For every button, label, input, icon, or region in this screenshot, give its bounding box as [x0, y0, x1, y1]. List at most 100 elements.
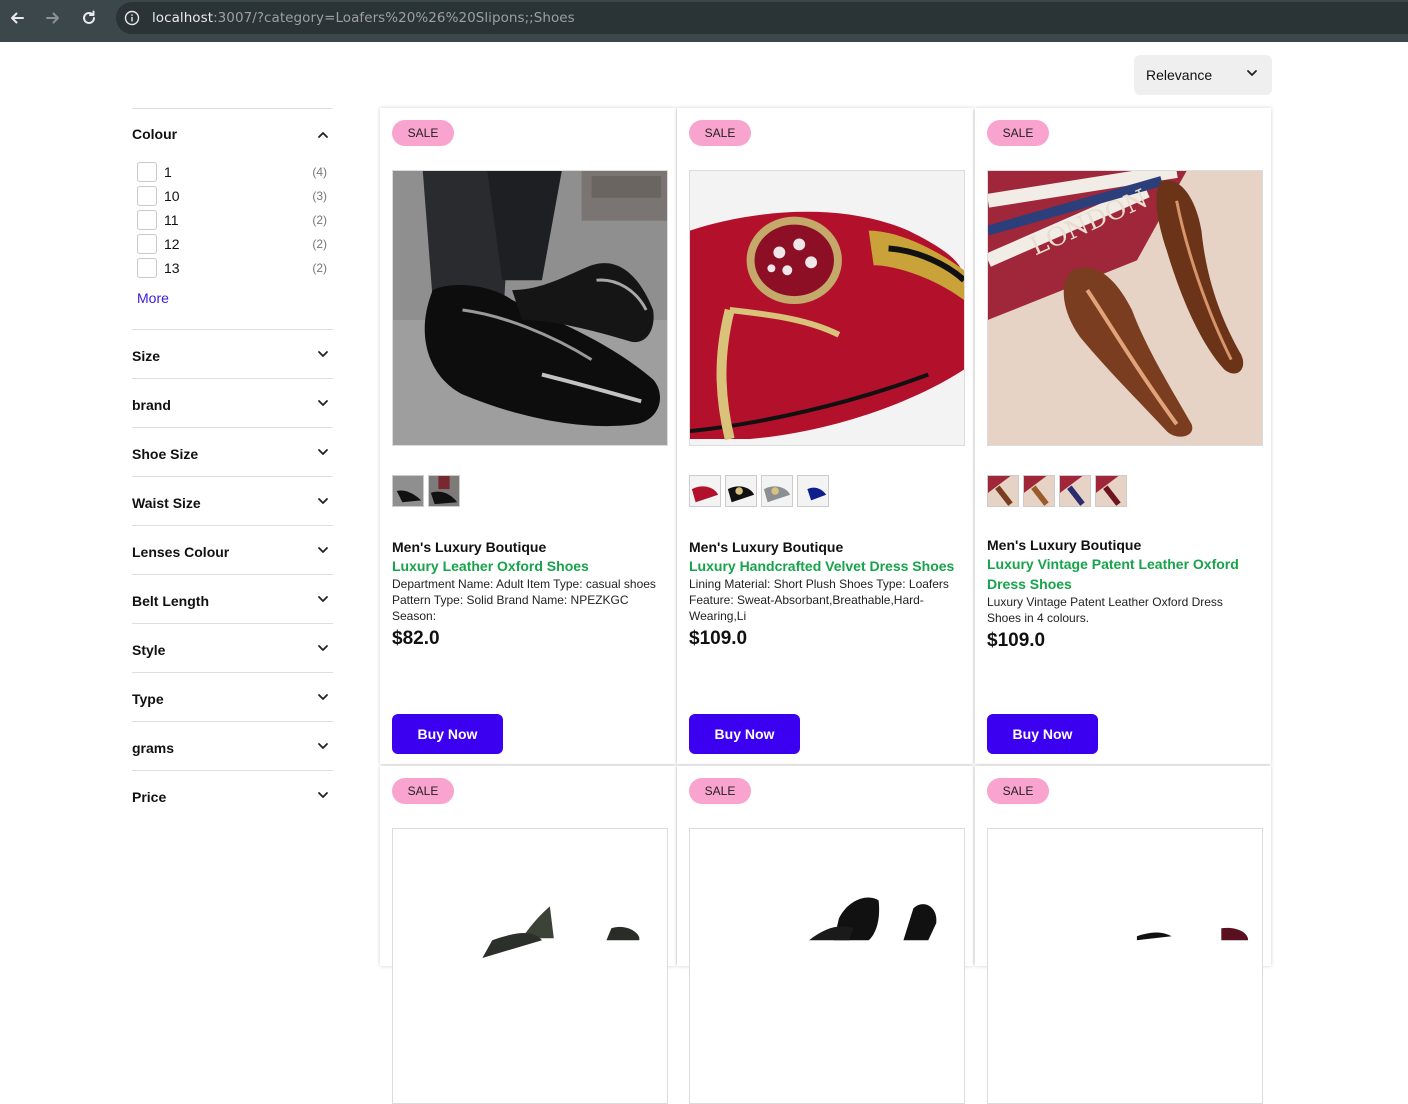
filter-price[interactable]: Price	[132, 770, 333, 819]
sort-dropdown[interactable]: Relevance	[1134, 55, 1272, 95]
checkbox[interactable]	[137, 234, 157, 254]
product-price: $109.0	[987, 630, 1046, 651]
product-image[interactable]	[689, 170, 965, 446]
sort-selected-label: Relevance	[1146, 67, 1213, 83]
filter-brand[interactable]: brand	[132, 378, 333, 427]
thumbnail[interactable]	[761, 475, 793, 507]
filter-lenses-colour[interactable]: Lenses Colour	[132, 525, 333, 574]
filter-title: Price	[132, 789, 167, 805]
product-name[interactable]: Luxury Vintage Patent Leather Oxford Dre…	[987, 554, 1263, 594]
url-text[interactable]: localhost:3007/?category=Loafers%20%26%2…	[152, 10, 575, 26]
colour-option[interactable]: 12 (2)	[136, 234, 329, 254]
colour-option[interactable]: 10 (3)	[136, 186, 329, 206]
address-bar[interactable]: localhost:3007/?category=Loafers%20%26%2…	[116, 2, 1408, 34]
filter-colour: Colour 1 (4) 10 (3) 11 (2) 12 (2) 13 (2)…	[132, 108, 333, 329]
thumbnail-strip	[392, 475, 460, 507]
filter-title: grams	[132, 740, 175, 756]
sale-badge: SALE	[392, 778, 454, 804]
sale-badge: SALE	[987, 778, 1049, 804]
filter-belt-length[interactable]: Belt Length	[132, 574, 333, 623]
product-image[interactable]	[392, 828, 668, 1104]
filter-title: Shoe Size	[132, 446, 199, 462]
checkbox[interactable]	[137, 162, 157, 182]
chevron-down-icon	[318, 547, 328, 553]
colour-option[interactable]: 1 (4)	[136, 162, 329, 182]
thumbnail[interactable]	[797, 475, 829, 507]
filter-title[interactable]: Colour	[132, 126, 177, 142]
filter-title: Size	[132, 348, 161, 364]
chevron-down-icon	[318, 792, 328, 798]
product-price: $109.0	[689, 628, 748, 649]
product-image[interactable]	[392, 170, 668, 446]
product-name[interactable]: Luxury Handcrafted Velvet Dress Shoes	[689, 556, 965, 576]
filter-title: Waist Size	[132, 495, 201, 511]
option-count: (2)	[312, 237, 327, 251]
forward-arrow-icon[interactable]	[39, 0, 67, 36]
thumbnail[interactable]	[1023, 475, 1055, 507]
sale-badge: SALE	[689, 120, 751, 146]
url-host: localhost	[152, 10, 214, 26]
product-image[interactable]: LONDON	[987, 170, 1263, 446]
product-card[interactable]: SALE Men's Luxury Boutique Luxury Leathe…	[380, 108, 676, 764]
buy-now-button[interactable]: Buy Now	[689, 714, 800, 754]
url-path: :3007/?category=Loafers%20%26%20Slipons;…	[213, 10, 575, 26]
product-description: Luxury Vintage Patent Leather Oxford Dre…	[987, 595, 1223, 625]
thumbnail[interactable]	[725, 475, 757, 507]
thumbnail[interactable]	[689, 475, 721, 507]
browser-toolbar: localhost:3007/?category=Loafers%20%26%2…	[0, 0, 1408, 42]
product-card[interactable]: SALE LONDON Men's Luxury Boutique Luxury…	[975, 108, 1271, 764]
thumbnail[interactable]	[1095, 475, 1127, 507]
filter-type[interactable]: Type	[132, 672, 333, 721]
site-info-icon[interactable]	[124, 10, 140, 26]
chevron-down-icon	[318, 743, 328, 749]
product-card[interactable]: SALE	[380, 766, 676, 1104]
back-arrow-icon[interactable]	[3, 0, 31, 36]
buy-now-button[interactable]: Buy Now	[392, 714, 503, 754]
thumbnail[interactable]	[987, 475, 1019, 507]
option-label: 1	[164, 164, 172, 180]
checkbox[interactable]	[137, 186, 157, 206]
product-brand: Men's Luxury Boutique	[689, 539, 844, 555]
product-image[interactable]	[689, 828, 965, 1104]
checkbox[interactable]	[137, 210, 157, 230]
more-link[interactable]: More	[137, 290, 169, 306]
filter-grams[interactable]: grams	[132, 721, 333, 770]
filter-size[interactable]: Size	[132, 329, 333, 378]
thumbnail-strip	[689, 475, 829, 507]
chevron-up-icon[interactable]	[317, 129, 329, 141]
product-card[interactable]: SALE	[975, 766, 1271, 1104]
filter-shoe-size[interactable]: Shoe Size	[132, 427, 333, 476]
option-count: (3)	[312, 189, 327, 203]
thumbnail-strip	[987, 475, 1127, 507]
chevron-down-icon	[318, 498, 328, 504]
colour-option[interactable]: 11 (2)	[136, 210, 329, 230]
filter-title: Type	[132, 691, 164, 707]
option-label: 11	[164, 212, 179, 228]
checkbox[interactable]	[137, 258, 157, 278]
filter-sidebar: Colour 1 (4) 10 (3) 11 (2) 12 (2) 13 (2)…	[132, 108, 333, 819]
thumbnail[interactable]	[392, 475, 424, 507]
thumbnail[interactable]	[428, 475, 460, 507]
reload-icon[interactable]	[75, 0, 103, 36]
product-description: Lining Material: Short Plush Shoes Type:…	[689, 577, 949, 623]
option-label: 10	[164, 188, 180, 204]
thumbnail[interactable]	[1059, 475, 1091, 507]
product-image[interactable]	[987, 828, 1263, 1104]
product-name[interactable]: Luxury Leather Oxford Shoes	[392, 556, 668, 576]
chevron-down-icon	[318, 449, 328, 455]
product-card[interactable]: SALE	[677, 766, 973, 1104]
buy-now-button[interactable]: Buy Now	[987, 714, 1098, 754]
colour-option[interactable]: 13 (2)	[136, 258, 329, 278]
product-card[interactable]: SALE Men's Luxury Boutique Luxury Handcr…	[677, 108, 973, 764]
filter-title: Lenses Colour	[132, 544, 230, 560]
option-count: (2)	[312, 261, 327, 275]
filter-style[interactable]: Style	[132, 623, 333, 672]
filter-waist-size[interactable]: Waist Size	[132, 476, 333, 525]
product-brand: Men's Luxury Boutique	[987, 537, 1142, 553]
option-count: (4)	[312, 165, 327, 179]
chevron-down-icon	[318, 400, 328, 406]
sale-badge: SALE	[689, 778, 751, 804]
filter-title: Style	[132, 642, 166, 658]
option-count: (2)	[312, 213, 327, 227]
chevron-down-icon	[318, 351, 328, 357]
